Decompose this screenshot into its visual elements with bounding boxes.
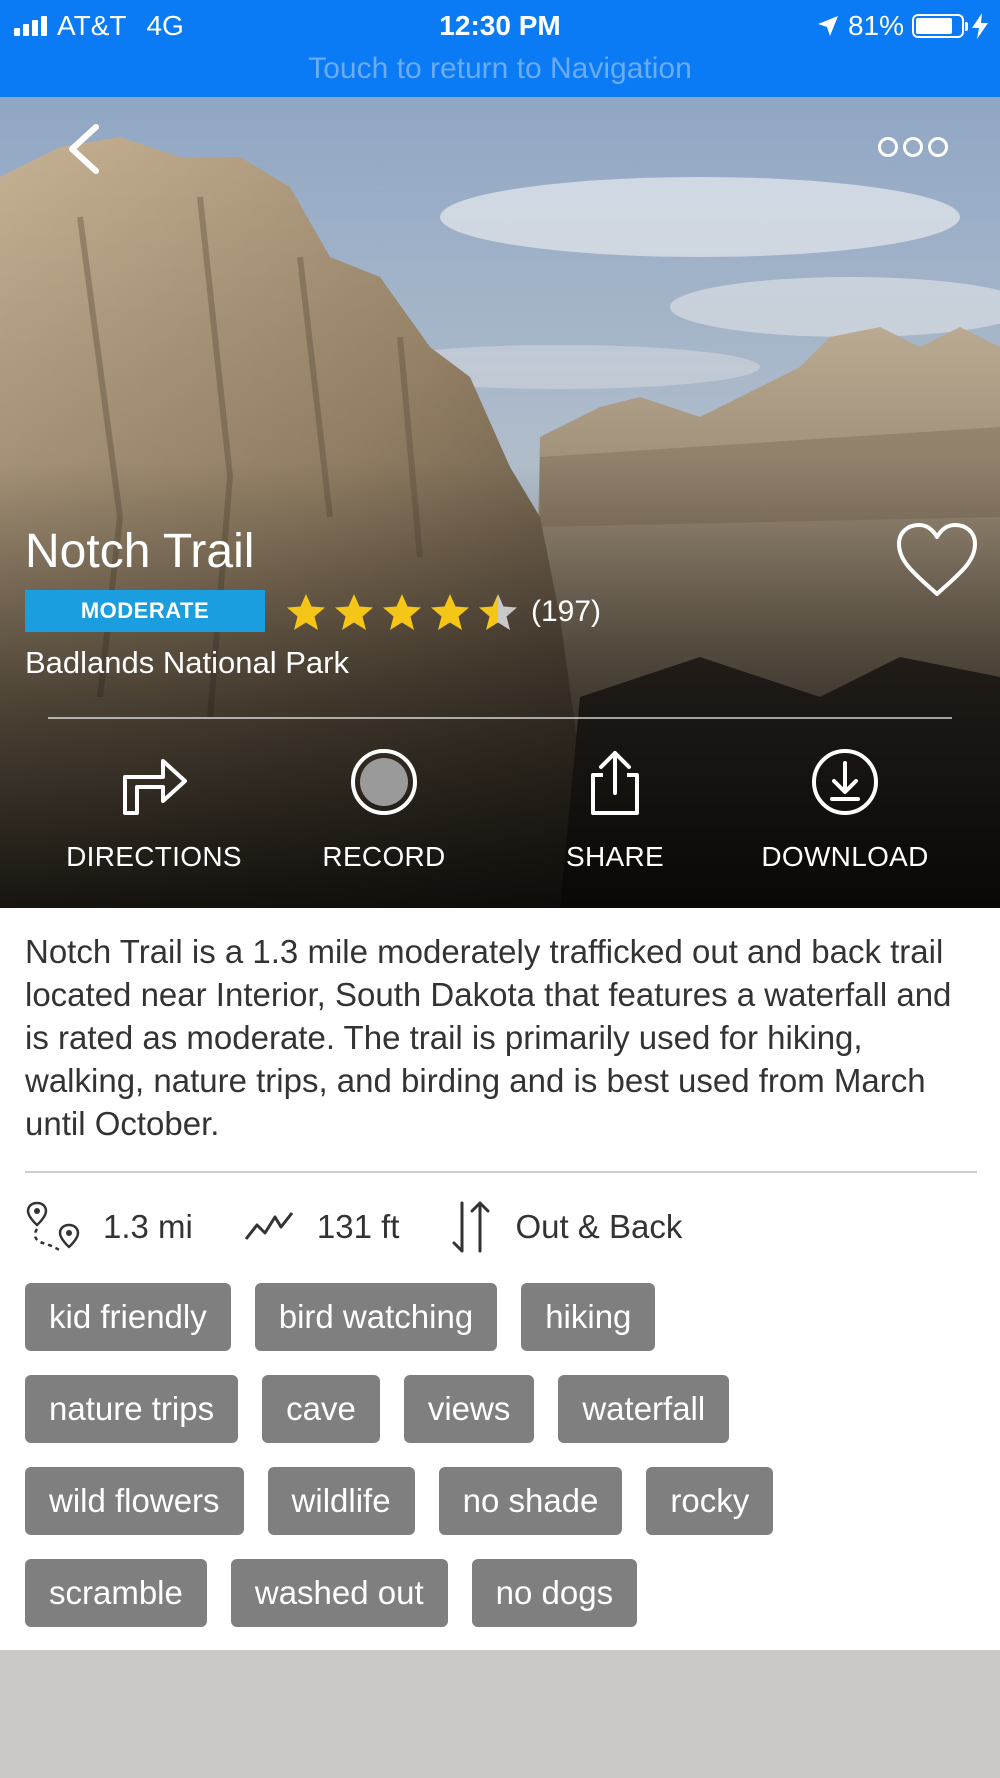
trail-description: Notch Trail is a 1.3 mile moderately tra… bbox=[25, 933, 952, 1142]
section-divider bbox=[25, 1171, 977, 1173]
directions-button[interactable]: DIRECTIONS bbox=[44, 737, 264, 873]
elevation-value: 131 ft bbox=[316, 1208, 400, 1245]
location-arrow-icon bbox=[817, 16, 838, 36]
tag-chip[interactable]: waterfall bbox=[558, 1375, 730, 1443]
directions-icon bbox=[123, 759, 187, 815]
distance-stat: 1.3 mi bbox=[25, 1199, 193, 1255]
record-button[interactable]: RECORD bbox=[274, 737, 494, 873]
tag-chip[interactable]: views bbox=[403, 1375, 535, 1443]
battery-fill bbox=[916, 18, 952, 34]
tag-chip[interactable]: no shade bbox=[438, 1467, 623, 1535]
tag-chip[interactable]: nature trips bbox=[25, 1375, 239, 1443]
route-type-stat: Out & Back bbox=[449, 1199, 682, 1255]
out-and-back-icon bbox=[452, 1201, 490, 1253]
hero-header: Notch Trail MODERATE (197) Badlands Nati… bbox=[0, 97, 1000, 908]
share-button[interactable]: SHARE bbox=[505, 737, 725, 873]
back-button[interactable] bbox=[60, 119, 110, 179]
star-rating: (197) bbox=[285, 592, 601, 632]
trail-tags: kid friendly bird watching hiking nature tr… bbox=[25, 1283, 985, 1651]
tag-chip[interactable]: no dogs bbox=[471, 1559, 638, 1627]
park-name[interactable]: Badlands National Park bbox=[25, 645, 349, 681]
route-distance-icon bbox=[26, 1201, 80, 1253]
distance-value: 1.3 mi bbox=[103, 1208, 193, 1245]
star-icon bbox=[335, 594, 373, 630]
tag-row: scramble washed out no dogs bbox=[25, 1559, 985, 1627]
tag-chip[interactable]: scramble bbox=[25, 1559, 207, 1627]
elevation-gain-icon bbox=[244, 1212, 294, 1240]
hero-divider bbox=[48, 717, 952, 719]
more-dot-icon bbox=[878, 137, 898, 157]
more-dot-icon bbox=[928, 137, 948, 157]
record-icon bbox=[351, 749, 417, 815]
star-icon bbox=[431, 594, 469, 630]
tag-chip[interactable]: kid friendly bbox=[25, 1283, 231, 1351]
tag-row: wild flowers wildlife no shade rocky bbox=[25, 1467, 985, 1535]
star-icon bbox=[383, 594, 421, 630]
favorite-heart-icon[interactable] bbox=[895, 522, 979, 598]
tag-chip[interactable]: wild flowers bbox=[25, 1467, 244, 1535]
bottom-panel bbox=[0, 1650, 1000, 1778]
share-icon bbox=[591, 751, 639, 815]
battery-percent: 81% bbox=[847, 10, 904, 41]
star-icon bbox=[479, 594, 517, 630]
tag-chip[interactable]: cave bbox=[262, 1375, 380, 1443]
status-right: 81% bbox=[816, 8, 988, 44]
download-button[interactable]: DOWNLOAD bbox=[735, 737, 955, 873]
trail-title: Notch Trail bbox=[25, 525, 255, 578]
tag-chip[interactable]: wildlife bbox=[267, 1467, 415, 1535]
review-count[interactable]: (197) bbox=[531, 595, 601, 629]
record-label: RECORD bbox=[322, 841, 446, 872]
difficulty-badge: MODERATE bbox=[25, 590, 265, 632]
tag-chip[interactable]: washed out bbox=[230, 1559, 448, 1627]
route-type-value: Out & Back bbox=[515, 1208, 683, 1245]
battery-icon bbox=[912, 14, 968, 38]
tag-chip[interactable]: rocky bbox=[646, 1467, 774, 1535]
download-label: DOWNLOAD bbox=[761, 841, 929, 872]
tag-chip[interactable]: bird watching bbox=[254, 1283, 498, 1351]
download-icon bbox=[812, 749, 878, 815]
return-to-navigation-banner[interactable]: Touch to return to Navigation bbox=[0, 52, 1000, 86]
elevation-stat: 131 ft bbox=[243, 1207, 400, 1247]
share-label: SHARE bbox=[566, 841, 664, 872]
tag-row: kid friendly bird watching hiking bbox=[25, 1283, 985, 1351]
charging-bolt-icon bbox=[972, 13, 988, 39]
status-bar: AT&T 4G 12:30 PM 81% Touch to return to … bbox=[0, 0, 1000, 97]
directions-label: DIRECTIONS bbox=[66, 841, 242, 872]
rating-stars bbox=[285, 592, 519, 632]
tag-chip[interactable]: hiking bbox=[521, 1283, 656, 1351]
more-dot-icon bbox=[903, 137, 923, 157]
star-icon bbox=[287, 594, 325, 630]
tag-row: nature trips cave views waterfall bbox=[25, 1375, 985, 1443]
more-options-button[interactable] bbox=[878, 137, 948, 157]
trail-stats: 1.3 mi 131 ft Out & Back bbox=[25, 1195, 732, 1259]
